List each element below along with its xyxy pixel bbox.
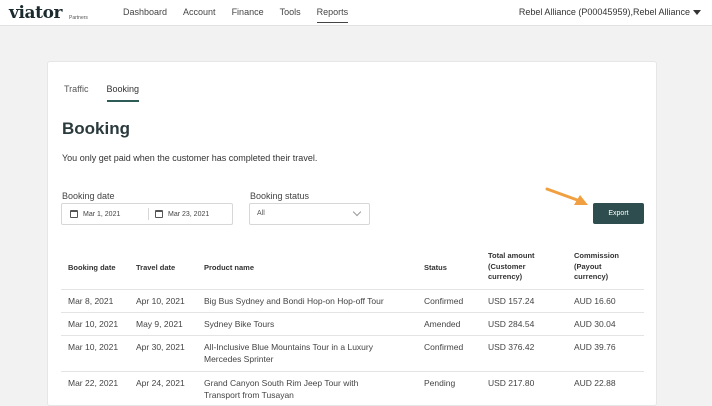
- cell-status: Confirmed: [424, 296, 464, 306]
- cell-total: USD 376.42: [488, 342, 535, 352]
- col-product-name[interactable]: Product name: [204, 263, 254, 274]
- cell-commission: AUD 39.76: [574, 342, 616, 352]
- cell-status: Amended: [424, 319, 461, 329]
- caret-down-icon[interactable]: [693, 10, 701, 15]
- booking-status-value: All: [257, 210, 265, 217]
- tab-traffic[interactable]: Traffic: [64, 84, 89, 102]
- nav-tools[interactable]: Tools: [280, 7, 301, 23]
- cell-status: Confirmed: [424, 342, 464, 352]
- chevron-down-icon: [352, 207, 362, 217]
- cell-commission: AUD 16.60: [574, 296, 616, 306]
- cell-product-name[interactable]: All-Inclusive Blue Mountains Tour in a L…: [204, 341, 373, 365]
- col-status[interactable]: Status: [424, 263, 447, 274]
- cell-commission: AUD 22.88: [574, 378, 616, 388]
- col-commission-line-1: Commission: [574, 251, 620, 260]
- export-button[interactable]: Export: [593, 203, 644, 224]
- nav-account[interactable]: Account: [183, 7, 216, 23]
- product-name-line-2: Mercedes Sprinter: [204, 354, 274, 364]
- booking-date-range[interactable]: Mar 1, 2021 Mar 23, 2021: [61, 203, 233, 225]
- col-booking-date[interactable]: Booking date: [68, 263, 116, 274]
- report-tabs: Traffic Booking: [64, 84, 157, 102]
- viator-logo[interactable]: viator: [9, 3, 63, 23]
- date-to-field[interactable]: Mar 23, 2021: [155, 204, 209, 224]
- table-divider: [61, 335, 644, 336]
- col-commission[interactable]: Commission (Payout currency): [574, 251, 619, 283]
- page-subtitle: You only get paid when the customer has …: [62, 153, 318, 163]
- date-to-value: Mar 23, 2021: [168, 210, 210, 218]
- date-from-value: Mar 1, 2021: [83, 210, 121, 218]
- product-name-line-1: All-Inclusive Blue Mountains Tour in a L…: [204, 342, 373, 352]
- col-total-line-2: (Customer: [488, 261, 526, 271]
- cell-product-name[interactable]: Grand Canyon South Rim Jeep Tour with Tr…: [204, 377, 358, 401]
- date-divider: [148, 208, 149, 220]
- cell-total: USD 217.80: [488, 378, 535, 388]
- product-name-line-2: Transport from Tusayan: [204, 390, 294, 400]
- logo-subtitle: Partners: [69, 15, 88, 21]
- col-total-line-1: Total amount: [488, 251, 535, 260]
- col-commission-line-2: (Payout: [574, 261, 602, 271]
- cell-commission: AUD 30.04: [574, 319, 616, 329]
- booking-date-label: Booking date: [62, 191, 115, 201]
- cell-booking-date: Mar 10, 2021: [68, 342, 119, 352]
- page-title: Booking: [62, 119, 130, 138]
- cell-travel-date: Apr 30, 2021: [136, 342, 185, 352]
- nav-dashboard[interactable]: Dashboard: [123, 7, 167, 23]
- table-divider: [61, 289, 644, 290]
- cell-travel-date: Apr 10, 2021: [136, 296, 185, 306]
- cell-travel-date: May 9, 2021: [136, 319, 183, 329]
- cell-travel-date: Apr 24, 2021: [136, 378, 185, 388]
- product-name-line-1: Grand Canyon South Rim Jeep Tour with: [204, 378, 359, 388]
- tab-booking[interactable]: Booking: [106, 84, 140, 102]
- main-nav: Dashboard Account Finance Tools Reports: [123, 7, 364, 23]
- nav-finance[interactable]: Finance: [232, 7, 264, 23]
- date-from-field[interactable]: Mar 1, 2021: [70, 204, 120, 224]
- booking-status-label: Booking status: [250, 191, 310, 201]
- cell-product-name[interactable]: Sydney Bike Tours: [204, 318, 274, 330]
- cell-status: Pending: [424, 378, 456, 388]
- col-travel-date[interactable]: Travel date: [136, 263, 175, 274]
- nav-reports[interactable]: Reports: [316, 7, 349, 23]
- top-nav-bar: viator Partners Dashboard Account Financ…: [0, 0, 712, 26]
- report-card: Traffic Booking Booking You only get pai…: [47, 61, 657, 406]
- cell-total: USD 157.24: [488, 296, 535, 306]
- col-total-line-3: currency): [488, 272, 523, 281]
- table-divider: [61, 371, 644, 372]
- booking-status-select[interactable]: All: [249, 203, 370, 225]
- calendar-icon: [155, 210, 163, 218]
- cell-booking-date: Mar 10, 2021: [68, 319, 119, 329]
- account-switcher[interactable]: Rebel Alliance (P00045959),Rebel Allianc…: [519, 7, 690, 17]
- cell-booking-date: Mar 22, 2021: [68, 378, 119, 388]
- cell-booking-date: Mar 8, 2021: [68, 296, 114, 306]
- col-total-amount[interactable]: Total amount (Customer currency): [488, 251, 535, 283]
- cell-total: USD 284.54: [488, 319, 535, 329]
- cell-product-name[interactable]: Big Bus Sydney and Bondi Hop-on Hop-off …: [204, 295, 384, 307]
- pointer-arrow-icon: [545, 187, 588, 205]
- calendar-icon: [70, 210, 78, 218]
- col-commission-line-3: currency): [574, 272, 609, 281]
- table-divider: [61, 312, 644, 313]
